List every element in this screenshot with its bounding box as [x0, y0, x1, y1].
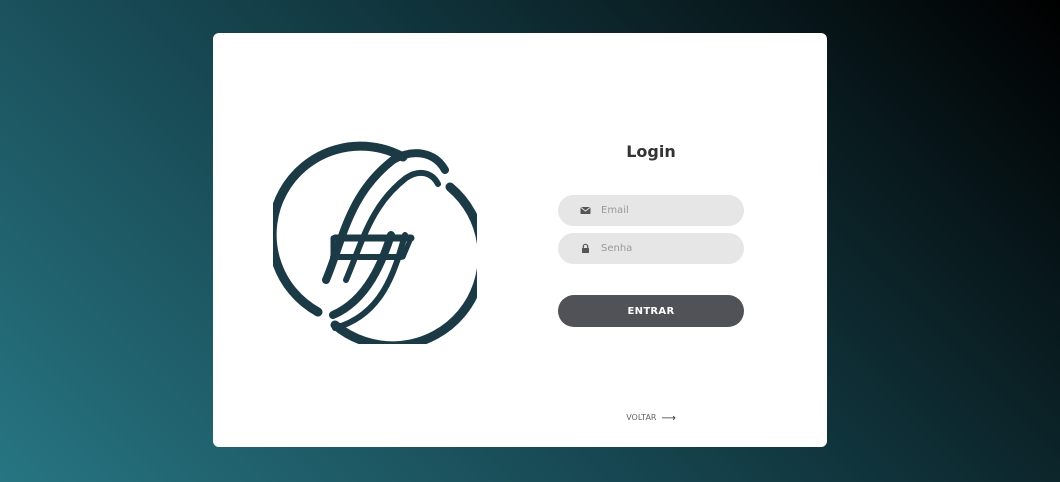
logo-emblem-icon: [273, 141, 477, 344]
brand-logo: [273, 140, 477, 344]
arrow-right-icon: ⟶: [661, 413, 676, 424]
login-card: Login ENTRAR VOLTAR ⟶: [213, 33, 827, 447]
submit-button[interactable]: ENTRAR: [558, 295, 744, 327]
lock-icon: [582, 243, 589, 253]
login-title: Login: [626, 142, 676, 161]
back-label: VOLTAR: [626, 413, 657, 422]
login-form: Login ENTRAR VOLTAR ⟶: [558, 33, 744, 447]
back-link[interactable]: VOLTAR ⟶: [558, 413, 744, 424]
password-input[interactable]: [601, 233, 731, 264]
email-field[interactable]: [558, 195, 744, 226]
email-input[interactable]: [601, 195, 731, 226]
envelope-icon: [580, 207, 591, 214]
password-field[interactable]: [558, 233, 744, 264]
